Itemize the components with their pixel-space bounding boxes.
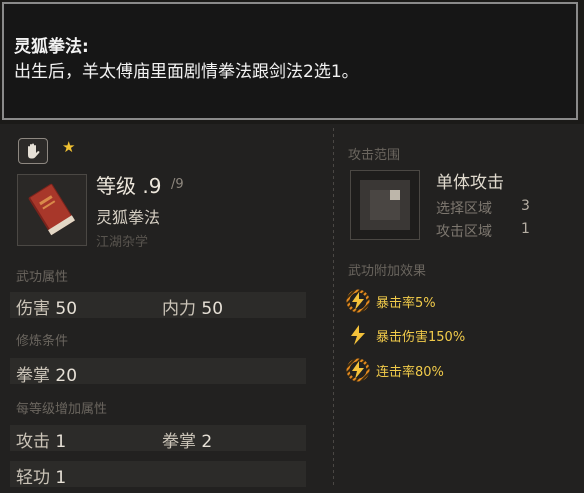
lightning-bolt-icon (351, 325, 365, 345)
requirement-fist: 拳掌 20 (16, 366, 78, 386)
effect-text: 暴击率5% (376, 295, 436, 311)
star-icon: ★ (62, 138, 76, 156)
range-cell (360, 180, 370, 190)
range-cell (360, 210, 370, 220)
range-cell (380, 210, 390, 220)
red-book-icon (28, 183, 76, 236)
range-cell (390, 180, 400, 190)
skill-level-max: /9 (171, 177, 184, 192)
tooltip-title: 灵狐拳法: (14, 37, 89, 57)
per-level-fist: 拳掌 2 (162, 432, 213, 452)
attribute-internal-power: 内力 50 (162, 299, 224, 319)
effect-crit-damage[interactable]: 暴击伤害150% (346, 323, 465, 347)
striped-lightning-icon (346, 289, 370, 313)
range-cell (360, 200, 370, 210)
effect-text: 暴击伤害150% (376, 329, 466, 345)
section-attributes: 武功属性 (16, 270, 69, 285)
section-per-level: 每等级增加属性 (16, 402, 108, 417)
per-level-agility: 轻功 1 (16, 468, 67, 488)
striped-lightning-icon (346, 358, 370, 382)
attack-area-value: 1 (521, 221, 530, 237)
skill-level: 等级 .9 (96, 174, 162, 198)
attack-area-label: 攻击区域 (436, 224, 492, 240)
select-area-label: 选择区域 (436, 201, 492, 217)
select-area-value: 3 (521, 198, 530, 214)
range-cell (360, 220, 370, 230)
range-cell (390, 200, 400, 210)
range-cell (400, 190, 410, 200)
skill-name: 灵狐拳法 (96, 208, 161, 227)
range-cell (380, 220, 390, 230)
effect-text: 连击率80% (376, 364, 444, 380)
attribute-damage: 伤害 50 (16, 299, 78, 319)
range-cell (400, 210, 410, 220)
range-cell (370, 200, 380, 210)
section-attack-range: 攻击范围 (348, 148, 401, 163)
section-requirements: 修炼条件 (16, 334, 69, 349)
effect-combo-rate[interactable]: 连击率80% (346, 358, 444, 382)
open-hand-icon[interactable] (18, 138, 48, 164)
attack-range-grid (350, 170, 420, 240)
section-extra-effects: 武功附加效果 (348, 264, 427, 279)
range-cell (370, 210, 380, 220)
range-cell (380, 200, 390, 210)
range-cell (380, 180, 390, 190)
column-divider (333, 128, 334, 488)
range-cell (390, 190, 400, 200)
range-cell (360, 190, 370, 200)
range-cell (370, 220, 380, 230)
per-level-attack: 攻击 1 (16, 432, 67, 452)
tooltip-body: 出生后，羊太傅庙里面剧情拳法跟剑法2选1。 (14, 62, 359, 82)
range-cell (380, 190, 390, 200)
range-cell (400, 220, 410, 230)
effect-crit-rate[interactable]: 暴击率5% (346, 289, 436, 313)
range-cell (390, 220, 400, 230)
range-cell (400, 200, 410, 210)
range-cell (400, 180, 410, 190)
range-cell (370, 180, 380, 190)
range-cell (370, 190, 380, 200)
attack-type: 单体攻击 (436, 173, 504, 193)
range-cell (390, 210, 400, 220)
skill-book-slot[interactable] (17, 174, 87, 246)
skill-category: 江湖杂学 (96, 235, 149, 250)
tooltip-panel: 灵狐拳法: 出生后，羊太傅庙里面剧情拳法跟剑法2选1。 (2, 2, 578, 120)
